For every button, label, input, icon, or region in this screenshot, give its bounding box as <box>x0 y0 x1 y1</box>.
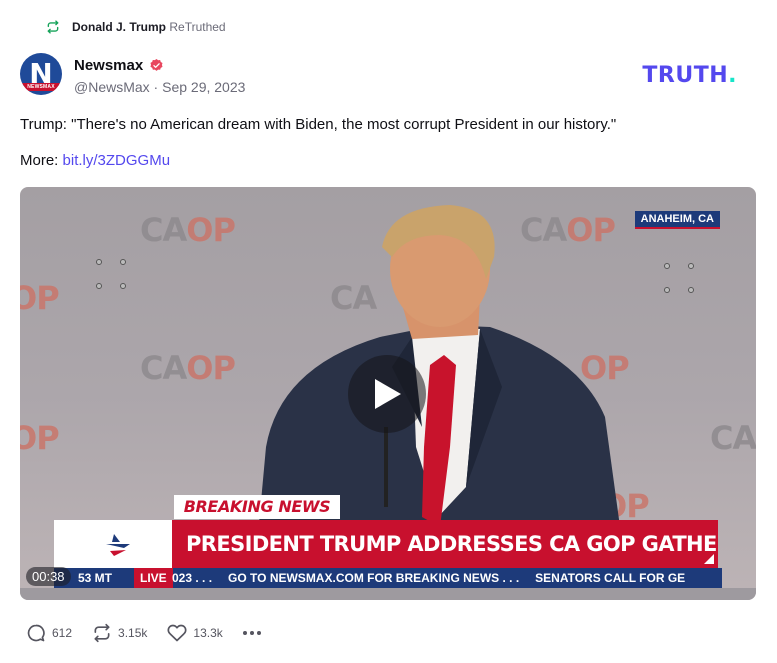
retruth-count: 3.15k <box>118 626 148 640</box>
retruth-icon <box>94 623 110 643</box>
avatar[interactable]: N NEWSMAX <box>20 53 62 95</box>
news-ticker: 53 MT LIVE 023 . . . GO TO NEWSMAX.COM FO… <box>54 568 722 588</box>
post-actions: 612 3.15k 13.3k <box>26 623 261 643</box>
post-text: Trump: "There's no American dream with B… <box>20 116 617 133</box>
headline-text: PRESIDENT TRUMP ADDRESSES CA GOP GATHERI… <box>186 532 718 556</box>
breaking-news-tab: BREAKING NEWS <box>174 495 340 519</box>
account-name[interactable]: Newsmax <box>74 57 143 74</box>
account-info: Newsmax @NewsMax · Sep 29, 2023 <box>74 55 246 96</box>
truth-logo-text: TRUTH <box>642 63 729 88</box>
ticker-year: 023 . . . <box>172 571 213 585</box>
play-icon <box>375 379 401 409</box>
heart-icon <box>167 624 187 642</box>
more-options-icon[interactable] <box>242 631 261 635</box>
reply-button[interactable]: 612 <box>26 623 72 643</box>
more-label: More: <box>20 152 59 169</box>
retruth-user-name[interactable]: Donald J. Trump <box>72 20 166 34</box>
video-player[interactable]: CAOP CAOP OP CA CAOP OP OP CA OP ANAHEIM… <box>20 187 756 600</box>
podium-strip <box>20 588 756 600</box>
retruth-icon <box>47 20 59 34</box>
live-badge: LIVE <box>134 568 173 588</box>
retruth-suffix: ReTruthed <box>169 20 226 34</box>
truth-logo-dot: . <box>728 63 737 88</box>
post-link[interactable]: bit.ly/3ZDGGMu <box>63 152 171 169</box>
reply-icon <box>27 624 45 642</box>
ticker-time: 53 MT <box>78 571 113 585</box>
retruth-button[interactable]: 3.15k <box>92 623 147 643</box>
newsmax-banner-logo <box>54 520 172 570</box>
newsmax-logo-icon <box>106 534 130 556</box>
play-button[interactable] <box>348 355 426 433</box>
verified-badge-icon <box>150 58 163 71</box>
retruth-indicator: Donald J. Trump ReTruthed <box>46 20 226 34</box>
reply-count: 612 <box>52 626 73 640</box>
ticker-goto: GO TO NEWSMAX.COM FOR BREAKING NEWS . . … <box>228 571 520 585</box>
like-count: 13.3k <box>193 626 223 640</box>
ticker-senators: SENATORS CALL FOR GE <box>535 571 686 585</box>
truth-logo[interactable]: TRUTH. <box>642 63 737 88</box>
like-button[interactable]: 13.3k <box>167 623 223 643</box>
video-duration: 00:38 <box>26 567 71 586</box>
headline-bar: PRESIDENT TRUMP ADDRESSES CA GOP GATHERI… <box>172 520 718 568</box>
post-header: N NEWSMAX Newsmax @NewsMax · Sep 29, 202… <box>20 53 757 97</box>
avatar-text: NEWSMAX <box>27 84 55 90</box>
handle-and-date: @NewsMax · Sep 29, 2023 <box>74 79 246 95</box>
post-more: More: bit.ly/3ZDGGMu <box>20 152 170 169</box>
